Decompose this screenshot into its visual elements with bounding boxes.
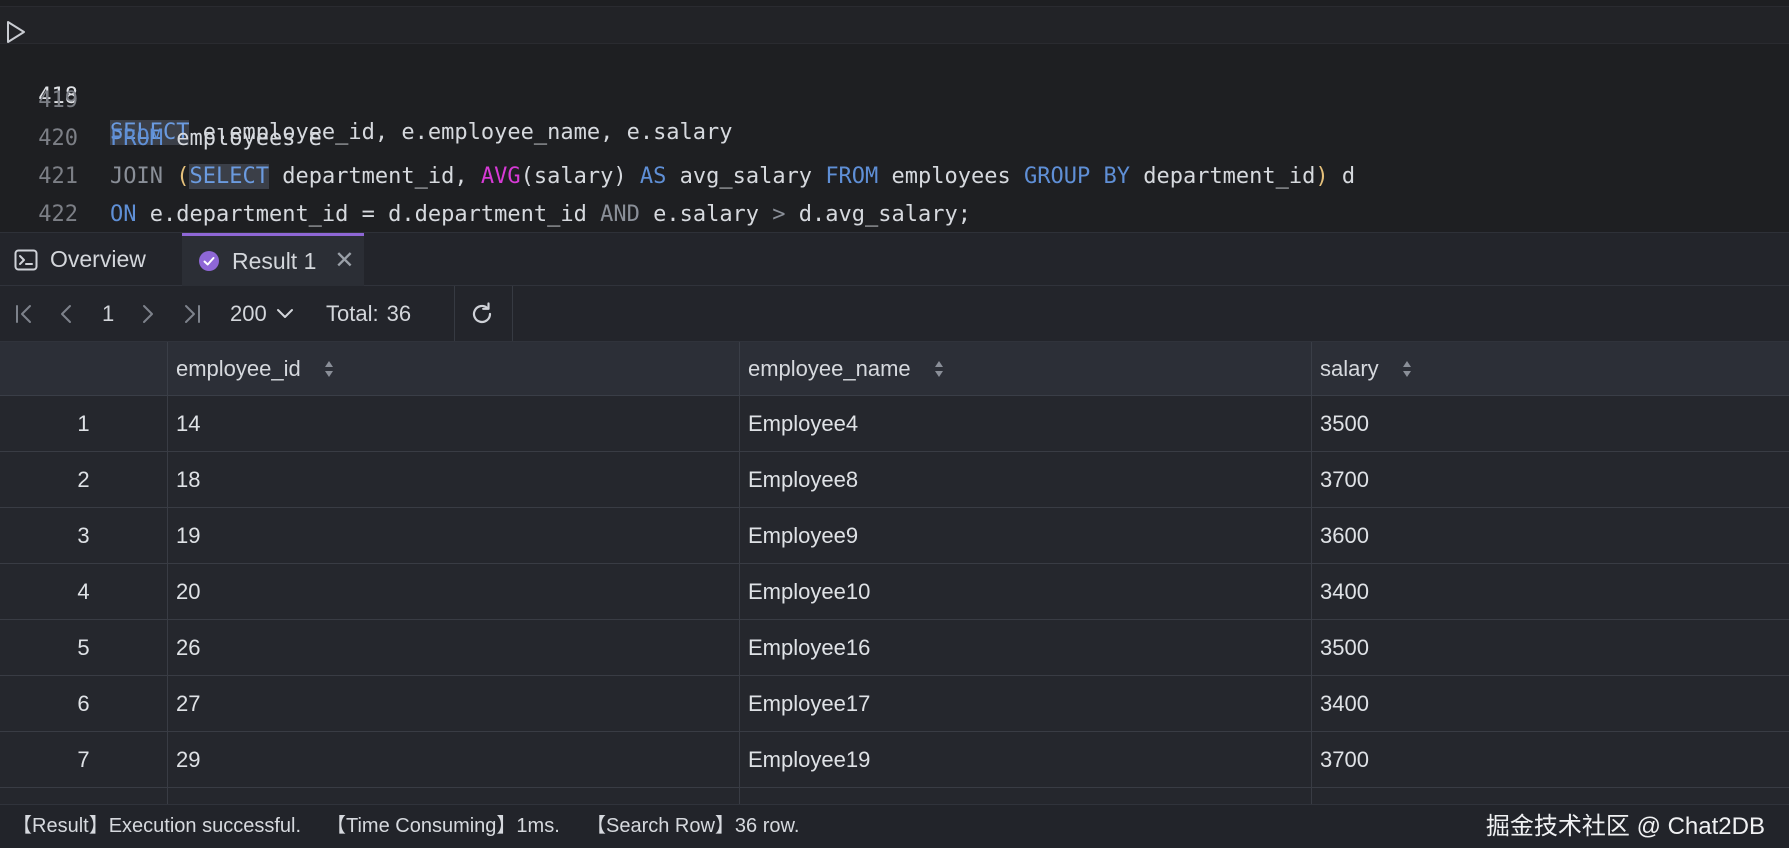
cell-salary[interactable]: 3400 <box>1311 676 1789 731</box>
cell-employee-name[interactable]: Employee10 <box>739 564 1311 619</box>
cell-employee-name[interactable]: Employee9 <box>739 508 1311 563</box>
table-row[interactable]: 4 20 Employee10 3400 <box>0 564 1789 620</box>
status-rows: 【Search Row】36 row. <box>586 815 800 837</box>
cell-salary[interactable] <box>1311 788 1789 804</box>
column-header-label: employee_id <box>176 355 301 381</box>
next-page-icon[interactable] <box>138 286 158 341</box>
tab-label: Overview <box>50 246 146 272</box>
page-size-select[interactable]: 200 <box>230 286 295 341</box>
cell-employee-name[interactable]: Employee19 <box>739 732 1311 787</box>
row-number: 7 <box>77 747 90 772</box>
sql-editor[interactable]: 418 SELECT e.employee_id, e.employee_nam… <box>0 0 1789 265</box>
row-number: 3 <box>77 523 90 548</box>
cell-employee-name[interactable]: Employee8 <box>739 452 1311 507</box>
table-header: employee_id employee_name salary <box>0 342 1789 396</box>
toolbar-divider <box>454 286 455 341</box>
code-line[interactable]: 422 <box>0 158 1789 227</box>
column-header-employee-name[interactable]: employee_name <box>739 342 1311 395</box>
column-header-salary[interactable]: salary <box>1311 342 1789 395</box>
cell-employee-id[interactable]: 27 <box>167 676 739 731</box>
close-icon[interactable]: ✕ <box>334 249 354 273</box>
cell-employee-id[interactable]: 26 <box>167 620 739 675</box>
table-row[interactable]: 6 27 Employee17 3400 <box>0 676 1789 732</box>
sort-icon[interactable] <box>1401 358 1413 380</box>
cell-salary[interactable]: 3400 <box>1311 564 1789 619</box>
watermark: 掘金技术社区 @ Chat2DB <box>1485 813 1765 840</box>
total-value: 36 <box>386 300 412 326</box>
sort-icon[interactable] <box>933 358 945 380</box>
status-result: 【Result】Execution successful. <box>12 815 302 837</box>
column-header-employee-id[interactable]: employee_id <box>167 342 739 395</box>
code-line[interactable]: 419 FROM employees e <box>0 44 1789 151</box>
cell-employee-name[interactable]: Employee16 <box>739 620 1311 675</box>
table-row[interactable] <box>0 788 1789 804</box>
chevron-down-icon <box>276 308 293 318</box>
sort-icon[interactable] <box>323 358 335 380</box>
code-line[interactable]: 418 SELECT e.employee_id, e.employee_nam… <box>0 6 1789 145</box>
row-number: 1 <box>77 411 90 436</box>
table-row[interactable]: 5 26 Employee16 3500 <box>0 620 1789 676</box>
code-line[interactable]: 423 <box>0 196 1789 265</box>
code-line[interactable]: 420 JOIN (SELECT department_id, AVG(sala… <box>0 82 1789 189</box>
cell-salary[interactable]: 3600 <box>1311 508 1789 563</box>
row-number: 2 <box>77 467 90 492</box>
table-row[interactable]: 2 18 Employee8 3700 <box>0 452 1789 508</box>
result-table: employee_id employee_name salary 1 14 Em… <box>0 342 1789 804</box>
tab-label: Result 1 <box>232 247 317 274</box>
cell-employee-id[interactable]: 20 <box>167 564 739 619</box>
cell-employee-id[interactable]: 19 <box>167 508 739 563</box>
column-header-label: employee_name <box>748 355 911 381</box>
check-circle-icon <box>198 250 220 272</box>
row-number: 5 <box>77 635 90 660</box>
tab-overview[interactable]: Overview <box>14 233 146 286</box>
cell-employee-id[interactable]: 18 <box>167 452 739 507</box>
cell-salary[interactable]: 3500 <box>1311 620 1789 675</box>
result-tabbar: Overview Result 1 ✕ <box>0 232 1789 286</box>
status-bar: 【Result】Execution successful. 【Time Cons… <box>0 804 1789 848</box>
table-row[interactable]: 3 19 Employee9 3600 <box>0 508 1789 564</box>
table-row[interactable]: 1 14 Employee4 3500 <box>0 396 1789 452</box>
cell-employee-id[interactable]: 29 <box>167 732 739 787</box>
cell-salary[interactable]: 3700 <box>1311 732 1789 787</box>
toolbar-divider <box>512 286 513 341</box>
cell-employee-id[interactable] <box>167 788 739 804</box>
tab-result-1[interactable]: Result 1 ✕ <box>182 233 364 286</box>
row-number: 4 <box>77 579 90 604</box>
cell-salary[interactable]: 3700 <box>1311 452 1789 507</box>
run-play-icon[interactable] <box>4 19 28 45</box>
cell-salary[interactable]: 3500 <box>1311 396 1789 451</box>
code-line[interactable]: 421 ON e.department_id = d.department_id… <box>0 120 1789 227</box>
last-page-icon[interactable] <box>180 286 204 341</box>
total-label: Total: <box>326 300 379 326</box>
cell-employee-id[interactable]: 14 <box>167 396 739 451</box>
page-size-value: 200 <box>230 300 267 326</box>
status-time: 【Time Consuming】1ms. <box>326 815 560 837</box>
table-row[interactable]: 7 29 Employee19 3700 <box>0 732 1789 788</box>
cell-employee-name[interactable]: Employee4 <box>739 396 1311 451</box>
cell-employee-name[interactable]: Employee17 <box>739 676 1311 731</box>
terminal-icon <box>14 249 38 271</box>
refresh-icon[interactable] <box>468 286 496 341</box>
pagination-toolbar: 1 200 Total: 36 <box>0 286 1789 342</box>
row-number: 6 <box>77 691 90 716</box>
total-count: Total: 36 <box>326 286 411 341</box>
column-header-label: salary <box>1320 355 1379 381</box>
page-number[interactable]: 1 <box>102 286 114 341</box>
cell-employee-name[interactable] <box>739 788 1311 804</box>
prev-page-icon[interactable] <box>56 286 76 341</box>
first-page-icon[interactable] <box>12 286 36 341</box>
